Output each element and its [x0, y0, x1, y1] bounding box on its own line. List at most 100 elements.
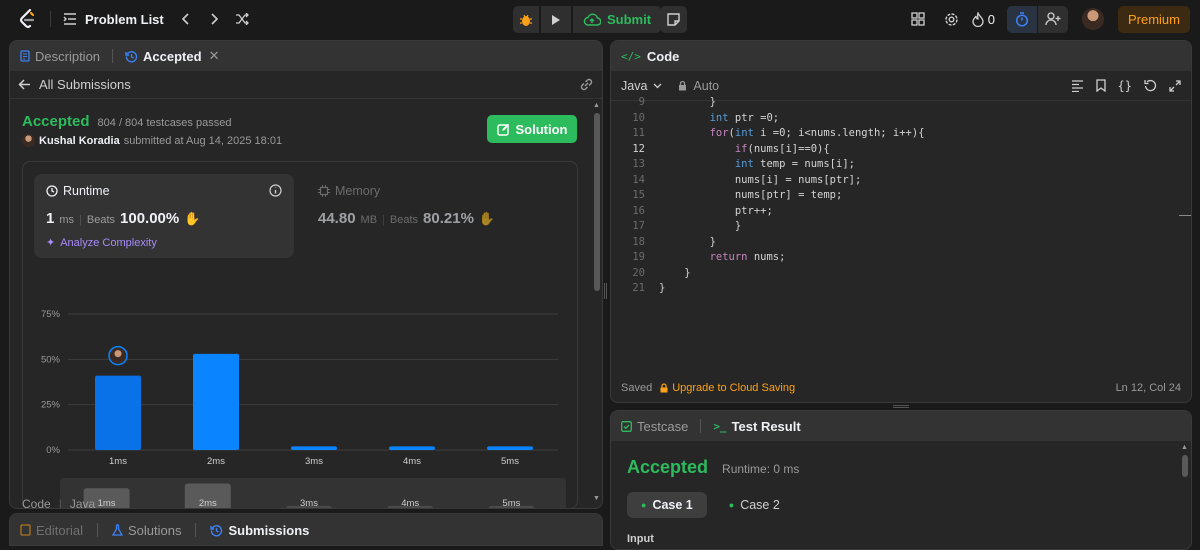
- code-text: ptr++;: [659, 204, 773, 217]
- test-scrollbar-thumb[interactable]: [1182, 455, 1188, 477]
- input-label: Input: [627, 533, 654, 545]
- timer-button[interactable]: [1006, 5, 1037, 33]
- divider: [195, 523, 197, 537]
- code-line[interactable]: 15 nums[ptr] = temp;: [611, 189, 1181, 205]
- settings-button[interactable]: [938, 5, 966, 33]
- next-problem-button[interactable]: [200, 5, 228, 33]
- code-text: }: [659, 266, 691, 279]
- code-line[interactable]: 18 }: [611, 236, 1181, 252]
- expand-icon[interactable]: [1169, 79, 1181, 92]
- language-value: Java: [621, 78, 648, 93]
- code-line[interactable]: 14 nums[i] = nums[ptr];: [611, 174, 1181, 190]
- code-line[interactable]: 10 int ptr =0;: [611, 112, 1181, 128]
- code-line[interactable]: 19 return nums;: [611, 251, 1181, 267]
- stopwatch-icon: [1015, 11, 1029, 27]
- link-icon[interactable]: [579, 77, 594, 92]
- layout-button[interactable]: [904, 5, 932, 33]
- line-number: 16: [632, 204, 645, 217]
- testcases-passed: 804 / 804 testcases passed: [97, 117, 232, 129]
- status-accepted: Accepted: [22, 113, 90, 130]
- code-line[interactable]: 17 }: [611, 220, 1181, 236]
- scroll-up-icon[interactable]: ▲: [1181, 444, 1188, 451]
- play-icon: [552, 14, 560, 25]
- language-select[interactable]: Java: [621, 79, 662, 93]
- horizontal-resize-handle[interactable]: [893, 405, 909, 408]
- code-actions: {}: [1071, 79, 1181, 93]
- format-icon[interactable]: [1071, 79, 1084, 92]
- tab-test-result[interactable]: >_ Test Result: [713, 419, 800, 434]
- left-scrollbar-thumb[interactable]: [594, 113, 600, 291]
- checkbox-icon: [621, 420, 632, 432]
- code-line[interactable]: 11 for(int i =0; i<nums.length; i++){: [611, 127, 1181, 143]
- line-number: 9: [638, 96, 645, 108]
- avatar-face: [114, 350, 122, 358]
- line-number: 20: [632, 266, 645, 279]
- auto-mode[interactable]: Auto: [678, 79, 719, 93]
- leetcode-logo-icon[interactable]: [16, 8, 38, 30]
- tab-description[interactable]: Description: [20, 49, 100, 64]
- pass-dot-icon: ●: [641, 500, 647, 510]
- line-number: 15: [632, 189, 645, 201]
- avatar[interactable]: [1081, 8, 1104, 30]
- case-tab-1[interactable]: ● Case 1: [627, 492, 707, 518]
- bottom-tabs-panel: Editorial Solutions Submissions: [9, 513, 603, 546]
- notes-button[interactable]: [660, 6, 687, 33]
- vertical-resize-handle[interactable]: [604, 283, 607, 299]
- save-status: Saved Upgrade to Cloud Saving: [621, 382, 795, 394]
- bookmark-icon[interactable]: [1095, 79, 1106, 92]
- top-bar: Problem List Submit 0 Premium: [0, 0, 1200, 38]
- problem-list-button[interactable]: Problem List: [63, 12, 164, 27]
- divider: [50, 11, 51, 27]
- code-line[interactable]: 13 int temp = nums[i];: [611, 158, 1181, 174]
- streak-count: 0: [987, 11, 995, 27]
- back-to-submissions[interactable]: All Submissions: [18, 77, 131, 92]
- run-button[interactable]: [541, 6, 571, 33]
- x-tick-label: 4ms: [403, 456, 421, 467]
- auto-label: Auto: [693, 78, 720, 93]
- code-line[interactable]: 9 }: [611, 96, 1181, 112]
- code-line[interactable]: 16 ptr++;: [611, 205, 1181, 221]
- code-panel: </> Code Java Auto {} 9 } 10 int ptr =0; 1…: [610, 40, 1192, 403]
- close-icon[interactable]: ✕: [209, 48, 220, 64]
- code-text: for(int i =0; i<nums.length; i++){: [709, 127, 925, 139]
- upgrade-link[interactable]: Upgrade to Cloud Saving: [660, 382, 795, 394]
- submit-button[interactable]: Submit: [573, 6, 662, 33]
- solution-label: Solution: [515, 121, 568, 137]
- reset-icon[interactable]: [1144, 79, 1157, 92]
- timer-group: [1006, 5, 1068, 33]
- submitted-at: submitted at Aug 14, 2025 18:01: [123, 134, 283, 147]
- flame-icon: [972, 11, 984, 27]
- tab-solutions[interactable]: Solutions: [111, 522, 182, 538]
- layout-grid-icon: [911, 12, 925, 26]
- case-tab-2[interactable]: ● Case 2: [715, 492, 794, 518]
- note-icon: [667, 13, 680, 26]
- user-avatar: [22, 134, 35, 147]
- code-line[interactable]: 21}: [611, 282, 1181, 298]
- panel-tabs: Description Accepted ✕: [10, 41, 602, 71]
- scroll-down-icon[interactable]: ▼: [593, 495, 600, 502]
- saved-label: Saved: [621, 382, 653, 394]
- code-editor[interactable]: 9 } 10 int ptr =0; 11 for(int i =0; i<nums…: [611, 96, 1181, 298]
- code-line[interactable]: 12 if(nums[i]==0){: [611, 143, 1181, 159]
- prev-problem-button[interactable]: [172, 5, 200, 33]
- streak-counter[interactable]: 0: [972, 11, 995, 27]
- case-2-label: Case 2: [740, 498, 780, 512]
- tab-accepted[interactable]: Accepted ✕: [125, 48, 219, 64]
- tab-accepted-label: Accepted: [143, 48, 202, 64]
- line-number: 11: [632, 127, 645, 139]
- random-problem-button[interactable]: [228, 5, 256, 33]
- tab-submissions[interactable]: Submissions: [210, 523, 309, 538]
- tab-solutions-label: Solutions: [127, 522, 182, 538]
- braces-icon[interactable]: {}: [1118, 79, 1132, 93]
- scroll-up-icon[interactable]: ▲: [593, 102, 600, 109]
- solution-button[interactable]: Solution: [487, 115, 577, 143]
- tab-editorial[interactable]: Editorial: [20, 523, 83, 538]
- debug-button[interactable]: [513, 6, 539, 33]
- invite-button[interactable]: [1037, 5, 1068, 33]
- code-line[interactable]: 20 }: [611, 267, 1181, 283]
- premium-button[interactable]: Premium: [1117, 5, 1190, 33]
- tab-testcase[interactable]: Testcase: [621, 419, 688, 434]
- book-icon: [20, 524, 31, 536]
- username[interactable]: Kushal Koradia: [39, 135, 120, 147]
- y-tick-label: 0%: [46, 445, 60, 456]
